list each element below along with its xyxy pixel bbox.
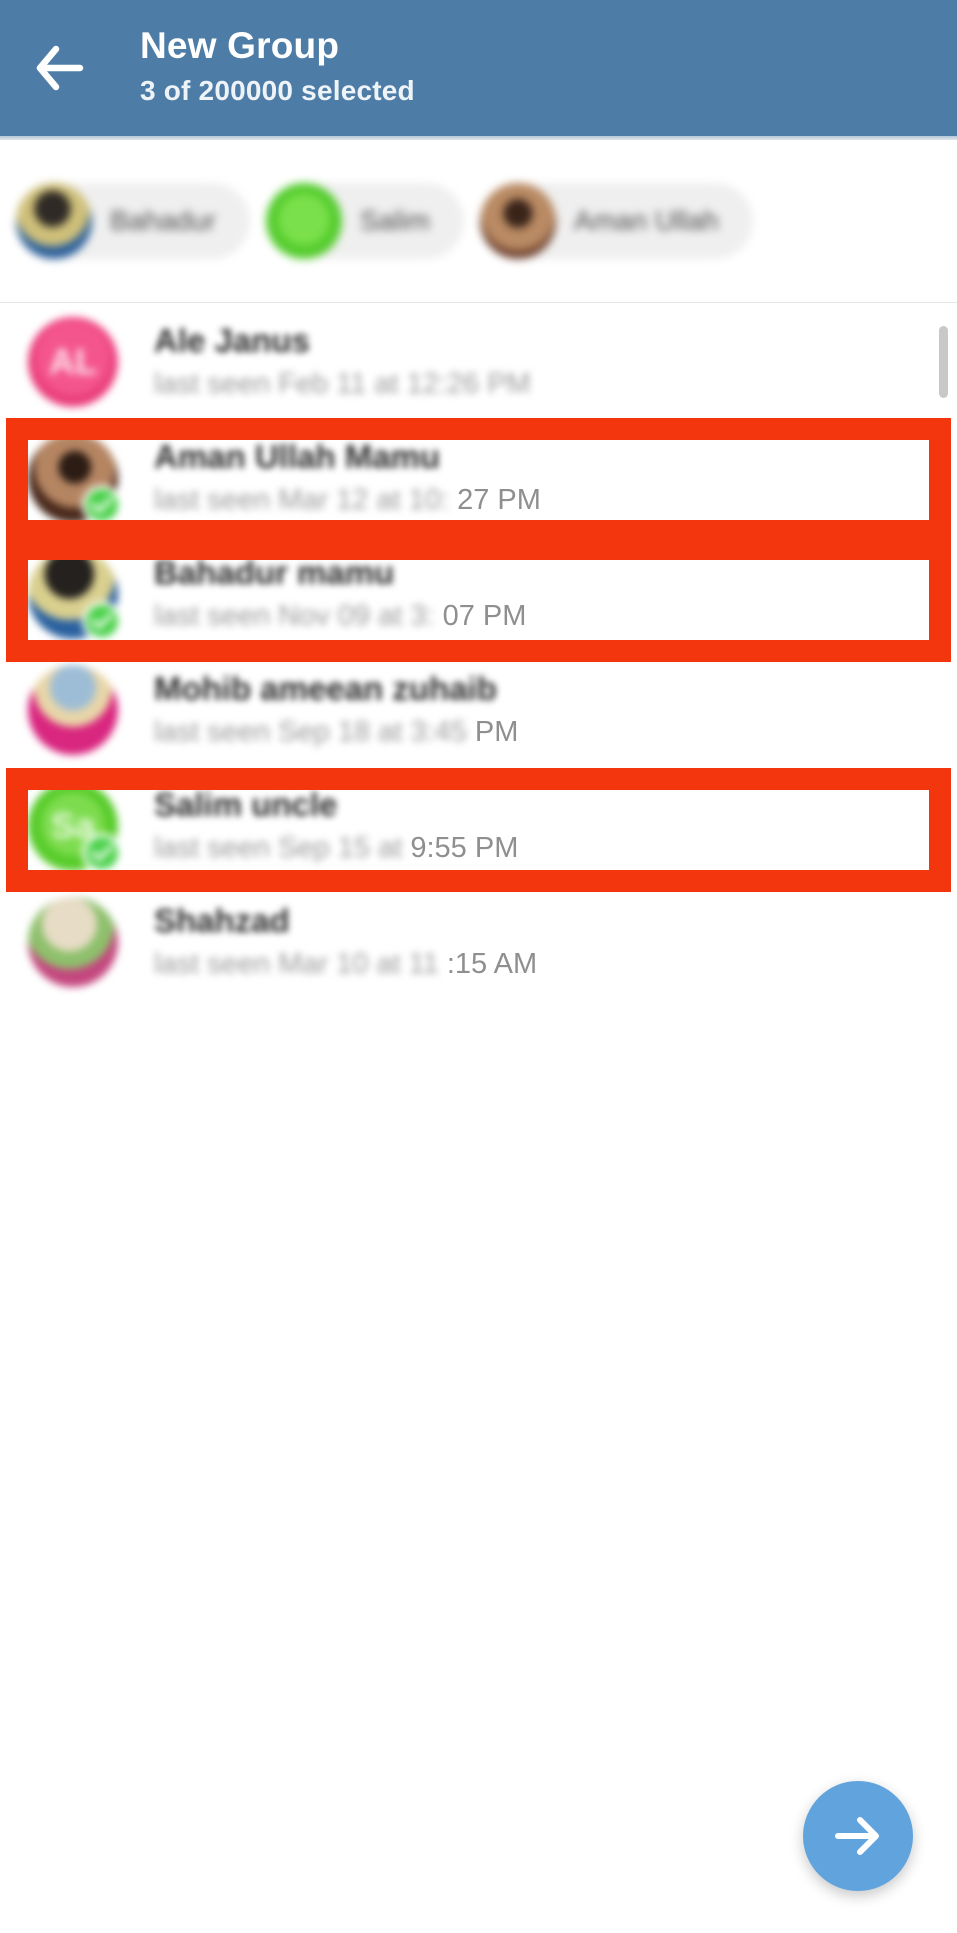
arrow-right-icon (832, 1814, 884, 1858)
status-blurred: last seen Nov 09 at 3: (154, 600, 435, 632)
status-clear: 9:55 PM (410, 832, 519, 864)
chip-label: Salim (359, 205, 430, 236)
avatar (28, 665, 118, 755)
chip-avatar (16, 183, 92, 259)
contact-texts: Shahzad last seen Mar 10 at 11 :15 AM (118, 899, 537, 985)
contact-status: last seen Mar 12 at 10: 27 PM (154, 479, 541, 521)
next-fab-button[interactable] (803, 1781, 913, 1891)
chip-avatar (479, 183, 556, 259)
contact-texts: Ale Janus last seen Feb 11 at 12:26 PM (118, 319, 531, 405)
contact-list[interactable]: AL Ale Janus last seen Feb 11 at 12:26 P… (0, 304, 957, 1000)
contact-status: last seen Sep 18 at 3:45 PM (154, 711, 518, 753)
arrow-left-icon (34, 45, 86, 91)
status-blurred: last seen Sep 15 at (154, 832, 403, 864)
status-clear: :15 AM (446, 948, 538, 980)
contact-row[interactable]: Sa Salim uncle last seen Sep 15 at 9:55 … (0, 768, 957, 884)
contact-texts: Aman Ullah Mamu last seen Mar 12 at 10: … (118, 435, 541, 521)
selected-member-chip[interactable]: Bahadur (16, 183, 250, 259)
contact-row[interactable]: Shahzad last seen Mar 10 at 11 :15 AM (0, 884, 957, 1000)
back-button[interactable] (0, 0, 120, 136)
new-group-screen: New Group 3 of 200000 selected Bahadur S… (0, 0, 957, 1933)
selected-members-strip: Bahadur Salim Aman Ullah (0, 140, 957, 303)
contact-texts: Mohib ameean zuhaib last seen Sep 18 at … (118, 667, 518, 753)
check-icon (82, 601, 122, 641)
header-text-block: New Group 3 of 200000 selected (120, 22, 415, 112)
contact-status: last seen Feb 11 at 12:26 PM (154, 363, 531, 405)
avatar (28, 433, 122, 525)
selected-member-chip[interactable]: Salim (265, 183, 464, 259)
list-scrollbar-thumb[interactable] (939, 326, 948, 398)
contact-texts: Bahadur mamu last seen Nov 09 at 3: 07 P… (118, 551, 526, 637)
status-blurred: last seen Mar 10 at 11 (154, 948, 439, 980)
contact-name: Mohib ameean zuhaib (154, 670, 497, 707)
contact-row[interactable]: Bahadur mamu last seen Nov 09 at 3: 07 P… (0, 536, 957, 652)
status-clear: 07 PM (442, 600, 527, 632)
avatar (28, 897, 118, 987)
contact-status: last seen Mar 10 at 11 :15 AM (154, 943, 537, 985)
contact-texts: Salim uncle last seen Sep 15 at 9:55 PM (118, 783, 518, 869)
check-icon (82, 485, 122, 525)
chip-label: Aman Ullah (573, 205, 719, 236)
status-clear: PM (474, 716, 519, 748)
avatar: AL (28, 317, 118, 407)
contact-status: last seen Nov 09 at 3: 07 PM (154, 595, 526, 637)
avatar (28, 549, 122, 641)
selection-count: 3 of 200000 selected (140, 75, 415, 106)
contact-name: Ale Janus (154, 322, 310, 359)
avatar: Sa (28, 781, 122, 873)
avatar-initials: AL (49, 341, 97, 382)
chip-avatar (265, 183, 342, 259)
chip-label: Bahadur (110, 205, 216, 236)
page-title: New Group (140, 25, 340, 66)
contact-row[interactable]: Mohib ameean zuhaib last seen Sep 18 at … (0, 652, 957, 768)
status-blurred: last seen Mar 12 at 10: (154, 484, 449, 516)
contact-row[interactable]: Aman Ullah Mamu last seen Mar 12 at 10: … (0, 420, 957, 536)
contact-row[interactable]: AL Ale Janus last seen Feb 11 at 12:26 P… (0, 304, 957, 420)
status-clear: 12:26 PM (406, 368, 531, 400)
contact-name: Salim uncle (154, 786, 338, 823)
contact-name: Shahzad (154, 902, 290, 939)
contact-name: Aman Ullah Mamu (154, 438, 441, 475)
selected-member-chip[interactable]: Aman Ullah (479, 183, 753, 259)
status-clear: 27 PM (457, 484, 541, 516)
check-icon (82, 833, 122, 873)
status-blurred: last seen Feb 11 at (154, 368, 399, 400)
contact-status: last seen Sep 15 at 9:55 PM (154, 827, 518, 869)
app-header: New Group 3 of 200000 selected (0, 0, 957, 136)
contact-name: Bahadur mamu (154, 554, 395, 591)
status-blurred: last seen Sep 18 at 3:45 (154, 716, 467, 748)
